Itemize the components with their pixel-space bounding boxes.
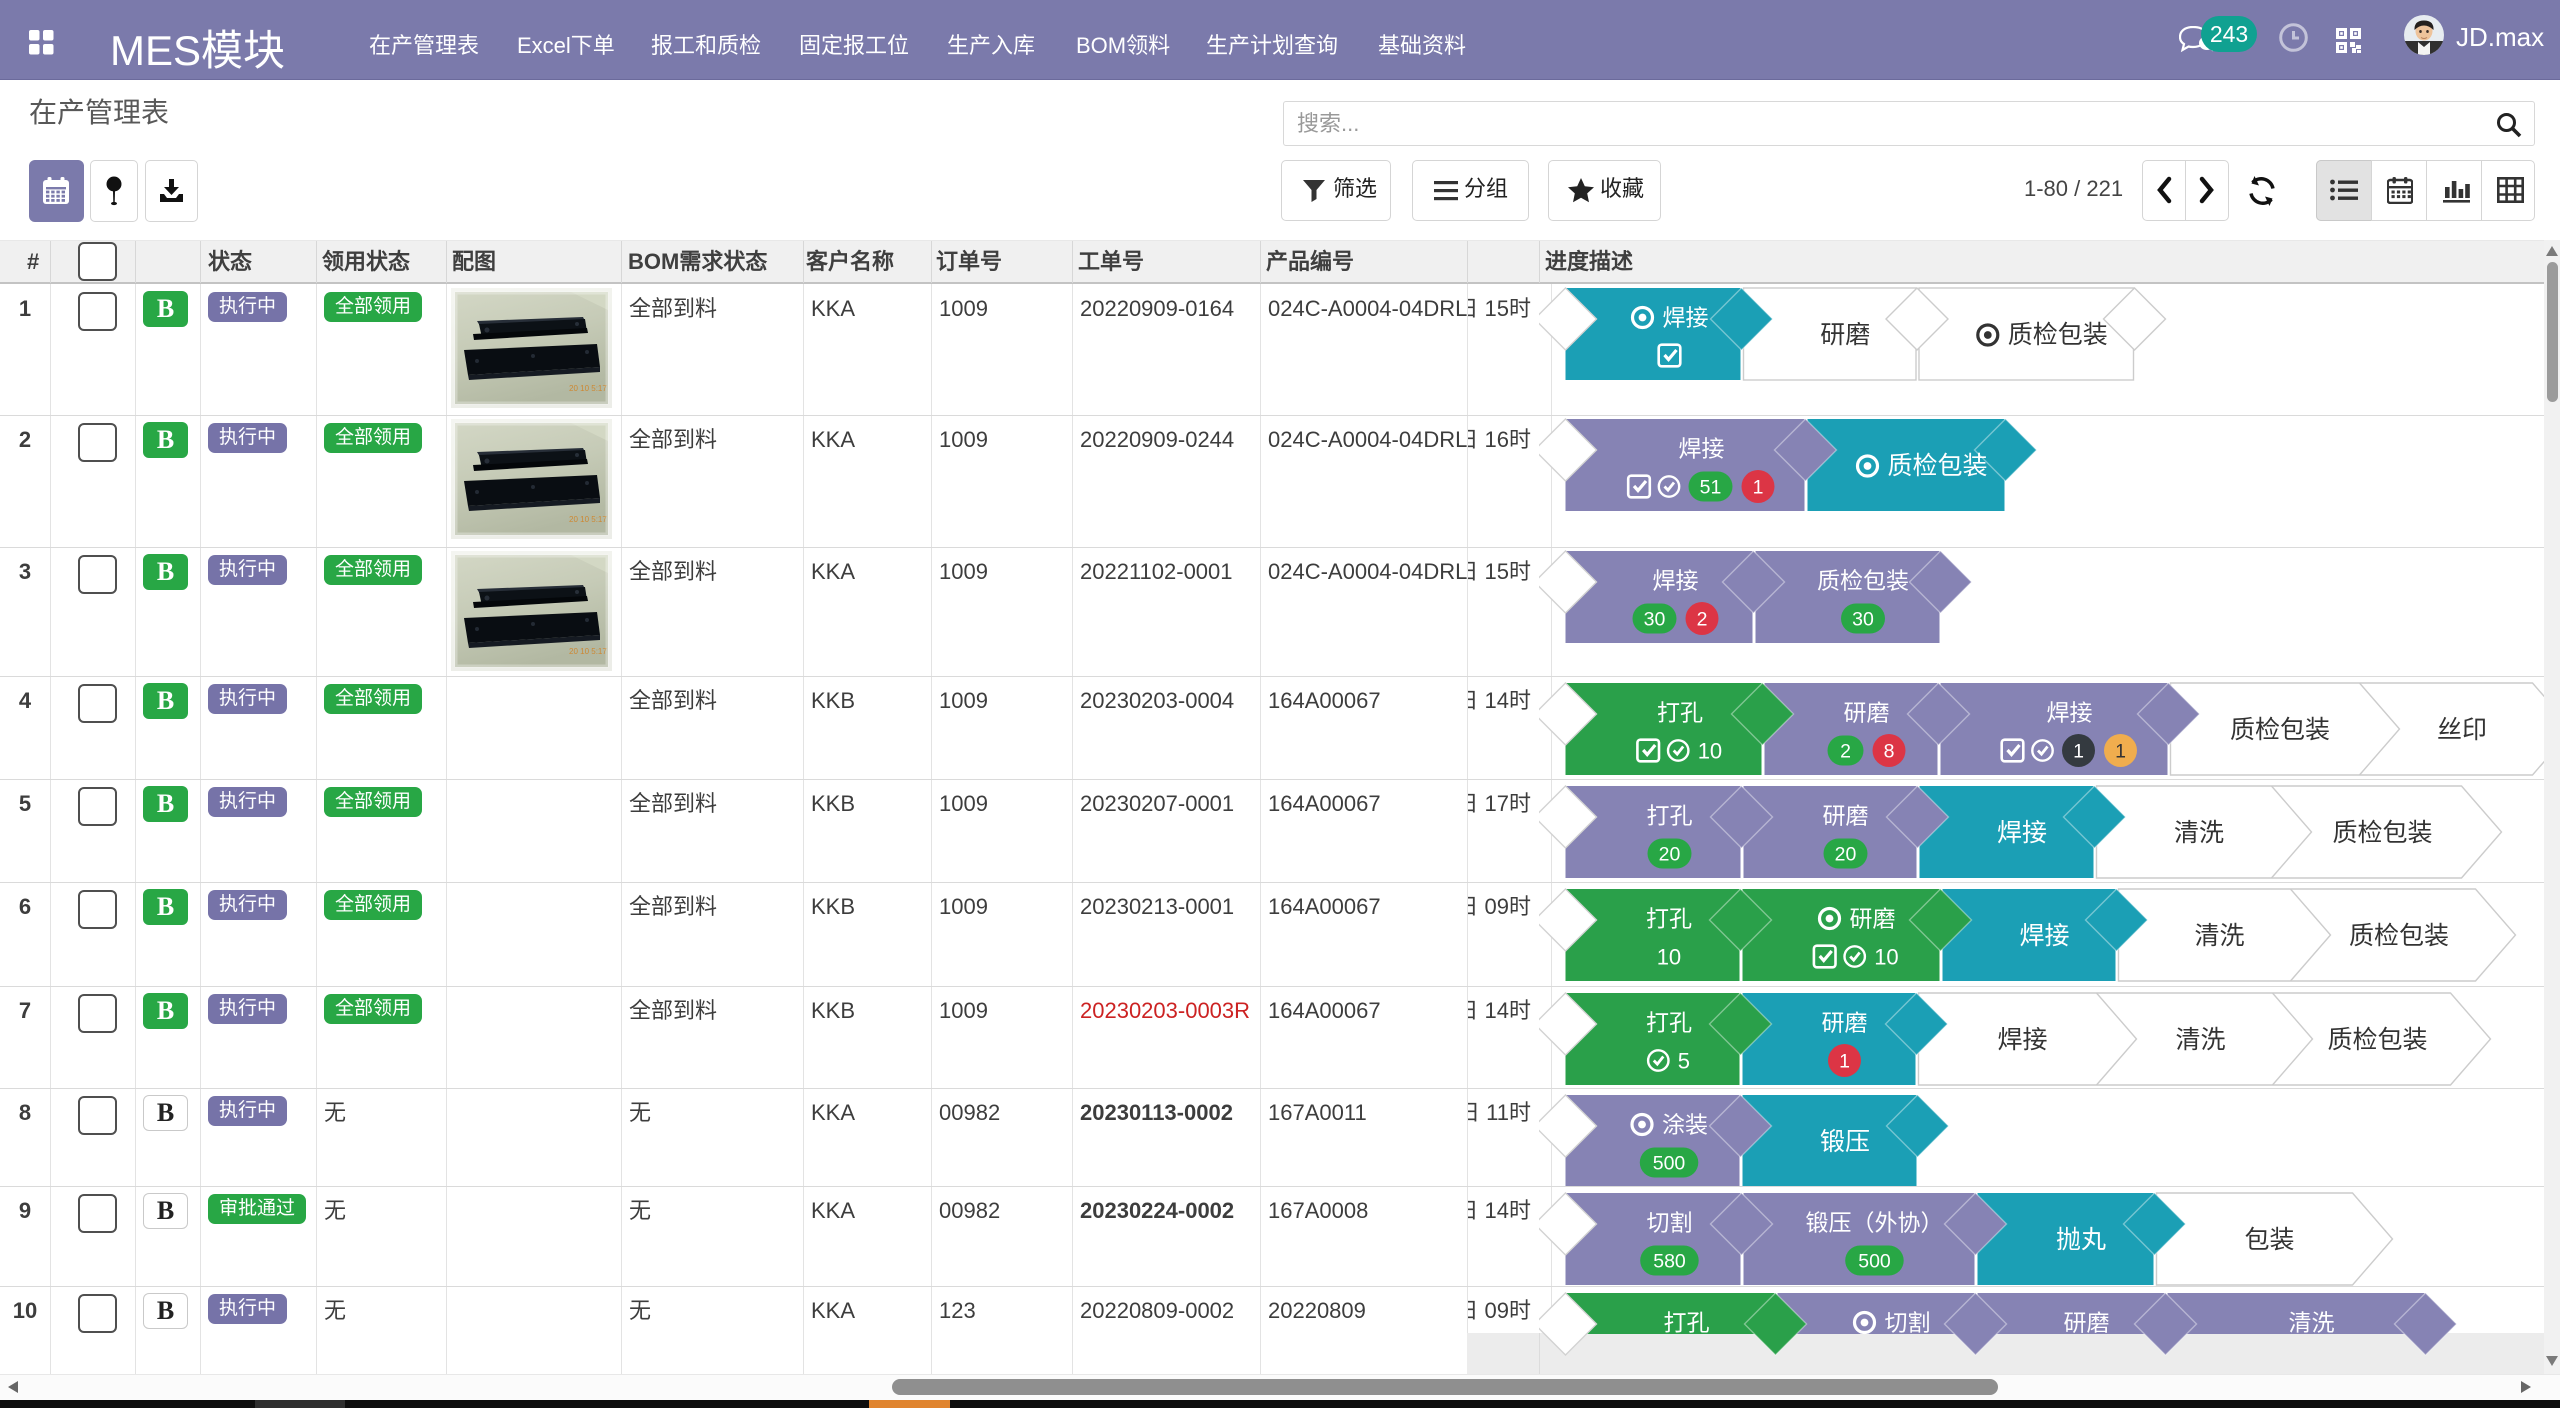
svg-text:焊接: 焊接 <box>2046 700 2092 726</box>
svg-text:1: 1 <box>1839 1051 1850 1073</box>
svg-text:焊接: 焊接 <box>1678 436 1724 462</box>
svg-text:切割: 切割 <box>1884 1310 1930 1336</box>
svg-text:质检包装: 质检包装 <box>2327 1026 2427 1054</box>
svg-text:打孔: 打孔 <box>1646 803 1692 829</box>
svg-text:51: 51 <box>1699 477 1721 499</box>
svg-text:打孔: 打孔 <box>1657 700 1703 726</box>
svg-text:5: 5 <box>1677 1049 1689 1074</box>
svg-text:质检包装: 质检包装 <box>2229 716 2329 744</box>
svg-text:20 10 5:17: 20 10 5:17 <box>569 384 607 393</box>
svg-text:丝印: 丝印 <box>2436 716 2486 744</box>
svg-text:研磨: 研磨 <box>1843 700 1889 726</box>
svg-text:焊接: 焊接 <box>1662 304 1708 330</box>
svg-text:500: 500 <box>1652 1153 1685 1175</box>
svg-text:500: 500 <box>1858 1251 1891 1273</box>
svg-text:打孔: 打孔 <box>1646 1010 1692 1036</box>
svg-text:研磨: 研磨 <box>1822 803 1868 829</box>
svg-text:30: 30 <box>1643 609 1665 631</box>
svg-text:锻压: 锻压 <box>1819 1128 1869 1156</box>
svg-text:清洗: 清洗 <box>2288 1310 2334 1336</box>
svg-text:焊接: 焊接 <box>1652 568 1698 594</box>
svg-text:研磨: 研磨 <box>1849 906 1895 932</box>
svg-text:2: 2 <box>1696 609 1707 631</box>
svg-text:20: 20 <box>1834 844 1856 866</box>
svg-text:10: 10 <box>1697 739 1721 764</box>
svg-text:焊接: 焊接 <box>1996 819 2046 847</box>
svg-text:20 10 5:17: 20 10 5:17 <box>569 515 607 524</box>
svg-text:质检包装: 质检包装 <box>2348 922 2448 950</box>
svg-text:1: 1 <box>2115 741 2126 763</box>
svg-text:打孔: 打孔 <box>1646 906 1692 932</box>
svg-text:10: 10 <box>1656 945 1680 970</box>
svg-text:抛丸: 抛丸 <box>2055 1226 2105 1254</box>
svg-text:580: 580 <box>1653 1251 1686 1273</box>
svg-text:焊接: 焊接 <box>2019 922 2069 950</box>
svg-text:质检包装: 质检包装 <box>2007 321 2107 349</box>
svg-text:30: 30 <box>1852 609 1874 631</box>
svg-text:焊接: 焊接 <box>1997 1026 2047 1054</box>
svg-text:1: 1 <box>1752 477 1763 499</box>
svg-text:质检包装: 质检包装 <box>2332 819 2432 847</box>
svg-text:质检包装: 质检包装 <box>1817 568 1909 594</box>
svg-text:研磨: 研磨 <box>1820 321 1870 349</box>
svg-text:10: 10 <box>1874 945 1898 970</box>
svg-text:20 10 5:17: 20 10 5:17 <box>569 647 607 656</box>
svg-text:涂装: 涂装 <box>1662 1112 1708 1138</box>
svg-text:8: 8 <box>1883 741 1894 763</box>
svg-text:锻压（外协）: 锻压（外协） <box>1805 1210 1943 1236</box>
svg-text:清洗: 清洗 <box>2194 922 2244 950</box>
svg-text:切割: 切割 <box>1646 1210 1692 1236</box>
svg-text:打孔: 打孔 <box>1663 1310 1709 1336</box>
svg-text:清洗: 清洗 <box>2173 819 2223 847</box>
svg-text:20: 20 <box>1658 844 1680 866</box>
svg-text:2: 2 <box>1840 741 1851 763</box>
svg-text:研磨: 研磨 <box>1821 1010 1867 1036</box>
svg-text:1: 1 <box>2073 741 2084 763</box>
svg-text:包装: 包装 <box>2244 1226 2294 1254</box>
svg-text:研磨: 研磨 <box>2063 1310 2109 1336</box>
svg-text:质检包装: 质检包装 <box>1887 452 1987 480</box>
svg-text:清洗: 清洗 <box>2175 1026 2225 1054</box>
